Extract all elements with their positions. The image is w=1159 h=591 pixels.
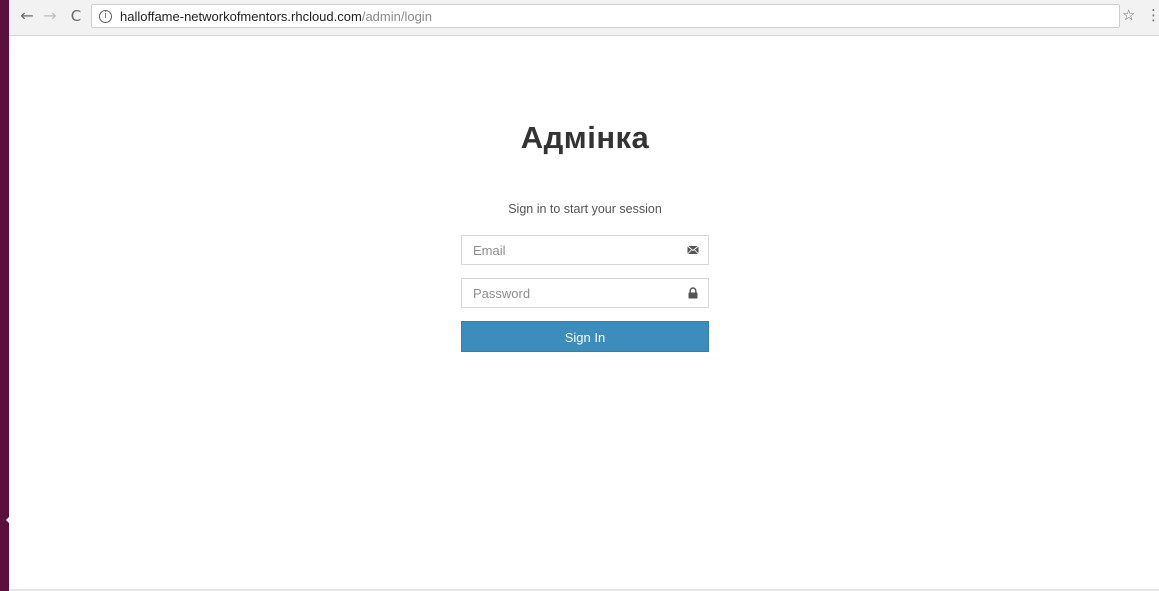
email-input[interactable] (462, 236, 708, 264)
address-bar[interactable]: i halloffame-networkofmentors.rhcloud.co… (91, 4, 1120, 28)
collapse-handle-icon[interactable] (6, 516, 10, 524)
bookmark-star-icon[interactable]: ☆ (1122, 6, 1135, 24)
password-field-group (461, 278, 709, 308)
envelope-icon (687, 245, 699, 255)
lock-icon (688, 287, 698, 299)
password-input[interactable] (462, 279, 708, 307)
sign-in-button[interactable]: Sign In (461, 321, 709, 352)
forward-arrow-icon[interactable]: → (39, 5, 61, 27)
url-text[interactable]: halloffame-networkofmentors.rhcloud.com/… (120, 9, 432, 24)
url-path: /admin/login (361, 8, 432, 24)
browser-toolbar: ← → C i halloffame-networkofmentors.rhcl… (9, 0, 1159, 36)
login-subtitle: Sign in to start your session (508, 202, 662, 216)
reload-icon[interactable]: C (65, 5, 87, 27)
email-field-group (461, 235, 709, 265)
window-edge-strip (0, 0, 10, 591)
url-host: halloffame-networkofmentors.rhcloud.com (120, 8, 362, 24)
page-title: Адмінка (520, 120, 650, 155)
login-box: Адмінка Sign in to start your session Si… (461, 112, 709, 352)
browser-menu-icon[interactable]: ⋮ (1146, 6, 1159, 24)
info-icon[interactable]: i (99, 9, 112, 23)
back-arrow-icon[interactable]: ← (16, 5, 38, 27)
